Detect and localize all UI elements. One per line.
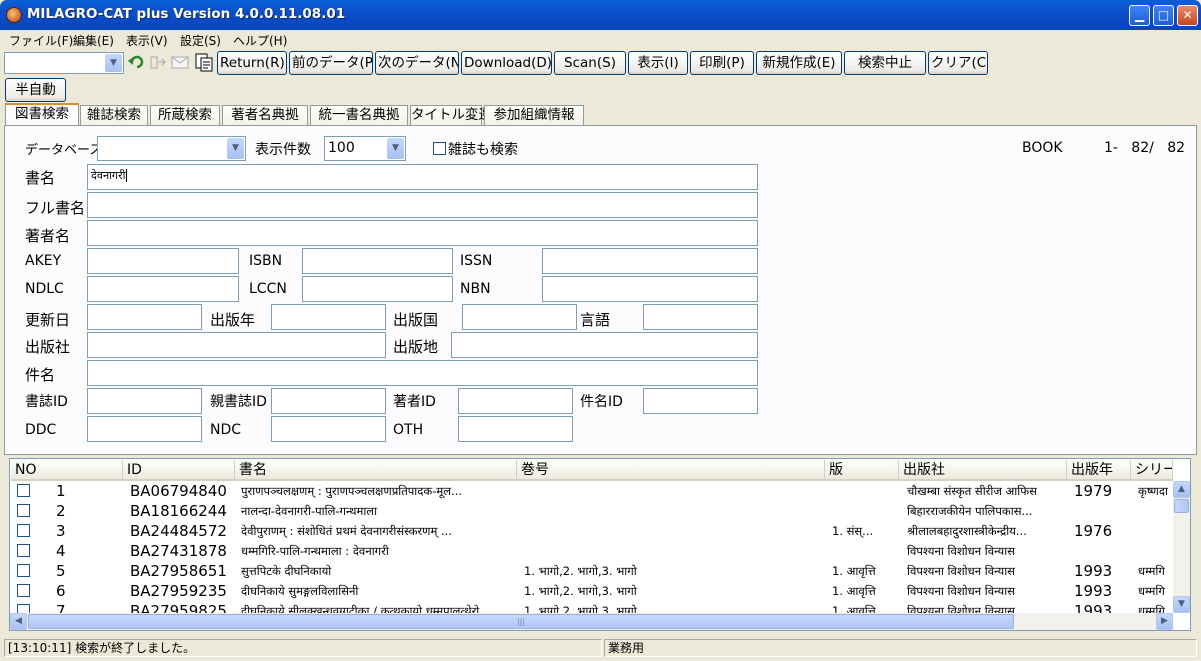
scroll-left-icon[interactable]: ◀ [10, 613, 27, 630]
row-no: 7 [56, 602, 66, 613]
status-mode: 業務用 [604, 639, 1197, 657]
row-title: देवीपुराणम् : संशोधितं प्रथमं देवनागरीसं… [241, 524, 452, 538]
row-year: 1976 [1074, 522, 1113, 540]
row-id: BA18166244 [130, 502, 227, 520]
row-title: सुत्तपिटके दीघनिकायो [241, 564, 332, 578]
row-id: BA27431878 [130, 542, 227, 560]
row-pub: बिहारराजकीयेन पालिपकास... [907, 504, 1033, 518]
row-year: 1993 [1074, 582, 1113, 600]
row-id: BA27959825 [130, 602, 227, 613]
row-title: धम्मगिरि-पालि-गन्थमाला : देवनागरी [241, 544, 389, 558]
row-series: कृष्णदा [1138, 484, 1168, 498]
row-title: दीघनिकाये सुमङ्गलविलासिनी [241, 584, 359, 598]
row-no: 4 [56, 542, 66, 560]
row-series: धम्मगि [1138, 584, 1165, 598]
row-id: BA24484572 [130, 522, 227, 540]
vertical-scrollbar[interactable]: ▲ ▼ [1173, 481, 1190, 613]
row-pub: विपश्यना विशोधन विन्यास [907, 584, 1015, 598]
scroll-up-icon[interactable]: ▲ [1173, 481, 1190, 498]
row-no: 2 [56, 502, 66, 520]
vertical-scroll-thumb[interactable] [1174, 499, 1189, 513]
row-series: धम्मगि [1138, 564, 1165, 578]
row-no: 6 [56, 582, 66, 600]
row-year: 1979 [1074, 482, 1113, 500]
row-vol: 1. भागो,2. भागो,3. भागो [524, 564, 637, 578]
row-checkbox[interactable] [17, 504, 30, 517]
row-checkbox[interactable] [17, 564, 30, 577]
row-pub: श्रीलालबहादुरशास्त्रीकेन्द्रीय... [907, 524, 1027, 538]
close-button[interactable]: ✕ [1177, 5, 1198, 26]
row-pub: चौखम्बा संस्कृत सीरीज आफिस [907, 484, 1037, 498]
row-ed: 1. आवृत्ति [832, 564, 876, 578]
row-no: 1 [56, 482, 66, 500]
row-title: नालन्दा-देवनागरी-पालि-गन्थमाला [241, 504, 378, 518]
row-title: पुराणपञ्चलक्षणम् : पुराणपञ्चलक्षणप्रतिपा… [241, 484, 463, 498]
row-series: धम्मगि [1138, 604, 1165, 613]
row-vol: 1. भागो,2. भागो,3. भागो [524, 604, 637, 613]
horizontal-scroll-thumb[interactable]: ||| [28, 614, 1014, 629]
row-id: BA27958651 [130, 562, 227, 580]
row-no: 3 [56, 522, 66, 540]
row-id: BA27959235 [130, 582, 227, 600]
row-checkbox[interactable] [17, 604, 30, 613]
row-vol: 1. भागो,2. भागो,3. भागो [524, 584, 637, 598]
scroll-down-icon[interactable]: ▼ [1173, 596, 1190, 613]
row-pub: विपश्यना विशोधन विन्यास [907, 564, 1015, 578]
grid-rows: 1 BA06794840 पुराणपञ्चलक्षणम् : पुराणपञ्चल… [0, 0, 1173, 613]
row-id: BA06794840 [130, 482, 227, 500]
row-checkbox[interactable] [17, 544, 30, 557]
row-title: दीघनिकाये सीलक्खन्धवग्गटीका / कत्थकायो ध… [241, 604, 480, 613]
scroll-right-icon[interactable]: ▶ [1156, 613, 1173, 630]
row-checkbox[interactable] [17, 484, 30, 497]
row-no: 5 [56, 562, 66, 580]
row-year: 1993 [1074, 602, 1113, 613]
row-pub: विपश्यना विशोधन विन्यास [907, 544, 1015, 558]
horizontal-scrollbar[interactable]: ◀ ▶ ||| [10, 613, 1173, 630]
row-checkbox[interactable] [17, 584, 30, 597]
row-ed: 1. संस्... [832, 524, 874, 538]
status-message: [13:10:11] 検索が終了しました。 [4, 639, 602, 657]
row-ed: 1. आवृत्ति [832, 584, 876, 598]
row-year: 1993 [1074, 562, 1113, 580]
row-pub: विपश्यना विशोधन विन्यास [907, 604, 1015, 613]
row-checkbox[interactable] [17, 524, 30, 537]
row-ed: 1. आवृत्ति [832, 604, 876, 613]
